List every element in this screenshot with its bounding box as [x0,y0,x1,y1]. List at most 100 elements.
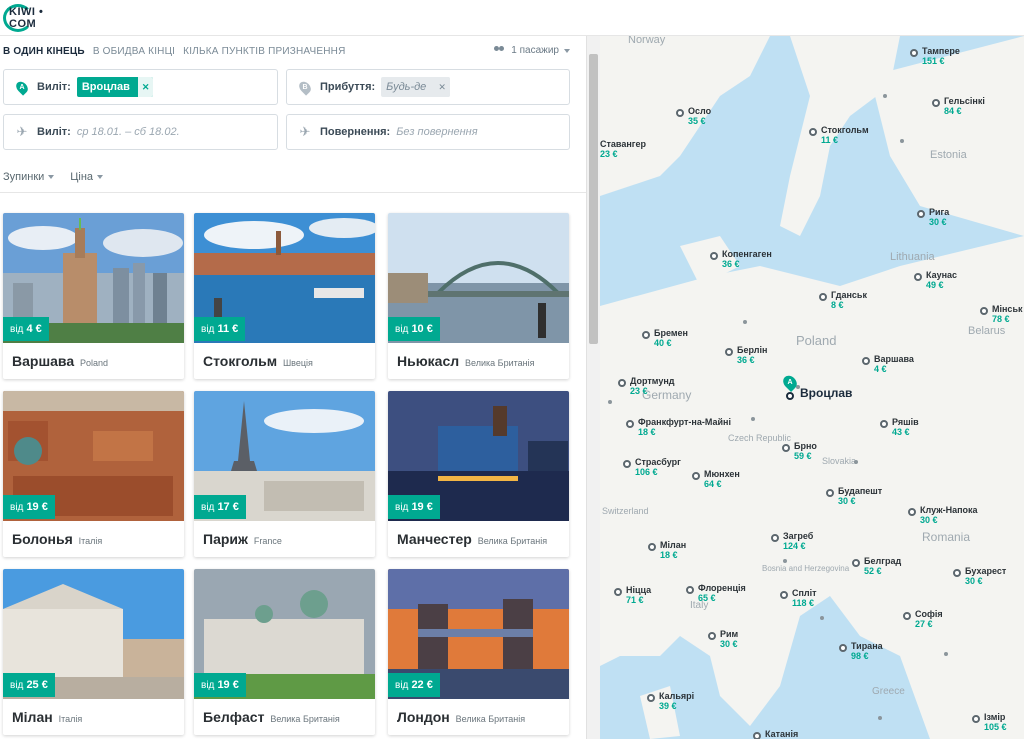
map-city-name: Варшава [874,354,914,364]
map-city-pin[interactable]: Бухарест 30 € [953,566,1006,586]
tab-multi-city[interactable]: КІЛЬКА ПУНКТІВ ПРИЗНАЧЕННЯ [183,46,345,57]
map-city-pin[interactable]: Мюнхен 64 € [692,469,740,489]
passengers-label: 1 пасажир [511,45,559,56]
destination-field[interactable]: B Прибуття: Будь-де ✕ [286,69,570,105]
map-city-price: 4 € [874,364,887,374]
map-city-name: Ряшів [892,417,919,427]
map-city-pin[interactable]: Франкфурт-на-Майні 18 € [626,417,731,437]
map-city-pin[interactable]: Будапешт 30 € [826,486,882,506]
map-city-pin[interactable]: Берлін 36 € [725,345,767,365]
tab-one-way[interactable]: В ОДИН КІНЕЦЬ [3,46,85,57]
map-city-pin[interactable]: Ряшів 43 € [880,417,919,437]
passengers-selector[interactable]: 1 пасажир [494,45,570,56]
destination-city: Манчестер [397,531,472,547]
top-bar: KIWI • COM [0,0,1024,36]
map-city-price: 124 € [783,541,806,551]
stops-filter[interactable]: Зупинки [3,171,55,183]
departure-date-field[interactable]: ✈ Виліт: ср 18.01. – сб 18.02. [3,114,278,150]
map-city-pin[interactable]: Гданськ 8 € [819,290,867,310]
destination-city: Лондон [397,709,450,725]
destination-chip-text: Будь-де [386,81,427,93]
return-label: Повернення: [320,126,391,138]
map-city-pin[interactable]: Ставангер 23 € [600,139,646,159]
map-city-dot [608,400,612,404]
country-label-czech-republic: Czech Republic [728,433,792,443]
departure-date-value: ср 18.01. – сб 18.02. [76,126,180,138]
map-city-pin[interactable]: Кальярі 39 € [647,691,695,711]
remove-origin-icon[interactable]: ✕ [137,77,154,97]
destination-card[interactable]: від 19 € Белфаст Велика Британія [194,569,375,735]
map-city-pin[interactable]: Варшава 4 € [862,354,914,374]
map-city-pin[interactable]: Страсбург 106 € [623,457,681,477]
map-city-dot [743,320,747,324]
map-city-pin[interactable]: Рим 30 € [708,629,738,649]
destination-card[interactable]: від 19 € Болонья Італія [3,391,184,557]
departure-label: Виліт: [37,126,71,138]
destination-country: Італія [78,536,103,546]
destination-card[interactable]: від 11 € Стокгольм Швеція [194,213,375,379]
map-city-pin[interactable]: Каунас 49 € [914,270,957,290]
origin-marker[interactable]: A [780,372,800,393]
map-city-name: Катанія [765,729,799,739]
destination-card[interactable]: від 19 € Манчестер Велика Британія [388,391,569,557]
destination-card[interactable]: від 17 € Париж France [194,391,375,557]
map-city-price: 27 € [915,619,933,629]
map-city-pin[interactable]: Копенгаген 36 € [710,249,772,269]
destination-card[interactable]: від 25 € Мілан Італія [3,569,184,735]
return-date-field[interactable]: ✈ Повернення: Без повернення [286,114,570,150]
map-city-price: 106 € [635,467,658,477]
map-city-price: 18 € [638,427,656,437]
destinations-map[interactable]: Norway Estonia Lithuania Belarus Poland … [600,36,1024,739]
map-city-pin[interactable]: Белград 52 € [852,556,901,576]
map-city-pin[interactable]: Ніцца 71 € [614,585,651,605]
map-city-dot [878,716,882,720]
destination-card[interactable]: від 4 € Варшава Poland [3,213,184,379]
map-city-pin[interactable]: Тампере 151 € [910,46,960,66]
passengers-icon [494,46,506,55]
price-prefix: від [395,680,409,691]
origin-field[interactable]: A Виліт: Вроцлав ✕ [3,69,278,105]
map-city-pin[interactable]: Спліт 118 € [780,588,817,608]
destination-card[interactable]: від 10 € Ньюкасл Велика Британія [388,213,569,379]
map-city-pin[interactable]: Клуж-Напока 30 € [908,505,978,525]
map-city-name: Кальярі [659,691,695,701]
map-city-price: 43 € [892,427,910,437]
map-city-pin[interactable]: Гельсінкі 84 € [932,96,985,116]
map-city-pin[interactable]: Мілан 18 € [648,540,686,560]
destination-chip[interactable]: Будь-де ✕ [381,77,450,97]
map-city-pin[interactable]: Рига 30 € [917,207,949,227]
destination-country: Poland [80,358,109,368]
price-value: 19 € [411,501,433,513]
map-city-pin[interactable]: Стокгольм 11 € [809,125,869,145]
map-city-pin[interactable]: Загреб 124 € [771,531,813,551]
kiwi-logo[interactable]: KIWI • COM [3,2,67,34]
map-city-name: Флоренція [698,583,746,593]
price-filter[interactable]: Ціна [70,171,104,183]
scrollbar-thumb[interactable] [589,54,598,344]
remove-destination-icon[interactable]: ✕ [434,77,450,97]
map-city-pin[interactable]: Ізмір 105 € [972,712,1007,732]
country-label-belarus: Belarus [968,325,1006,337]
map-city-name: Франкфурт-на-Майні [638,417,731,427]
map-city-pin[interactable]: Софія 27 € [903,609,943,629]
destination-card[interactable]: від 22 € Лондон Велика Британія [388,569,569,735]
results-scrollbar[interactable] [586,36,600,739]
destination-city: Ньюкасл [397,353,460,369]
map-city-pin[interactable]: Флоренція 65 € [686,583,746,603]
map-city-pin[interactable]: Тирана 98 € [839,641,883,661]
map-city-pin[interactable]: Бремен 40 € [642,328,688,348]
map-city-pin[interactable]: Брно 59 € [782,441,817,461]
map-city-price: 59 € [794,451,812,461]
map-city-pin[interactable]: Осло 35 € [676,106,711,126]
map-city-name: Стокгольм [821,125,869,135]
map-city-name: Дортмунд [630,376,675,386]
price-badge: від 4 € [3,317,49,341]
destination-title: Стокгольм Швеція [203,353,313,369]
map-city-pin[interactable]: Дортмунд 23 € [618,376,675,396]
origin-chip[interactable]: Вроцлав ✕ [76,77,154,97]
destination-title: Болонья Італія [12,531,102,547]
map-city-name: Гданськ [831,290,867,300]
map-city-pin[interactable]: Мінськ 78 € [980,304,1022,324]
map-city-pin[interactable]: Катанія [753,729,799,739]
tab-round-trip[interactable]: В ОБИДВА КІНЦІ [93,46,175,57]
